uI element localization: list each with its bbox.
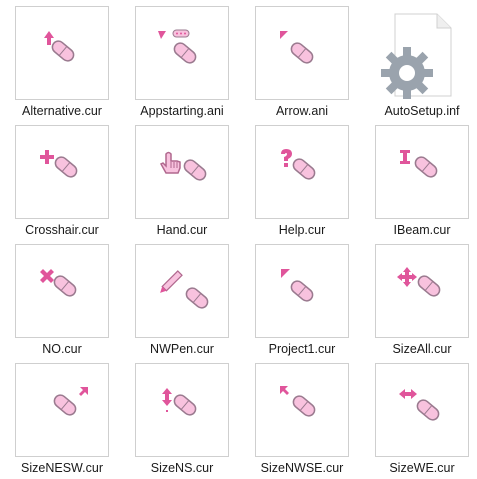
file-item[interactable]: Help.cur <box>253 125 351 237</box>
thumbnail <box>375 244 469 338</box>
file-item[interactable]: Arrow.ani <box>253 6 351 118</box>
thumbnail <box>255 244 349 338</box>
file-name: SizeNS.cur <box>150 461 214 475</box>
file-item[interactable]: NO.cur <box>13 244 111 356</box>
thumbnail <box>375 6 469 100</box>
resize-nesw-cursor-icon <box>53 387 88 416</box>
file-item[interactable]: SizeNWSE.cur <box>253 363 351 475</box>
file-item[interactable]: SizeNS.cur <box>133 363 231 475</box>
thumbnail <box>135 244 229 338</box>
arrow-cursor-icon <box>281 269 314 302</box>
up-arrow-cursor-icon <box>44 31 75 62</box>
arrow-cursor-icon <box>280 31 314 64</box>
no-cursor-icon <box>40 269 77 297</box>
resize-nwse-cursor-icon <box>280 386 316 417</box>
thumbnail <box>255 363 349 457</box>
file-item[interactable]: Crosshair.cur <box>13 125 111 237</box>
thumbnail <box>375 363 469 457</box>
crosshair-cursor-icon <box>40 150 78 178</box>
resize-ns-cursor-icon <box>162 388 197 416</box>
file-item[interactable]: NWPen.cur <box>133 244 231 356</box>
thumbnail <box>15 125 109 219</box>
ibeam-cursor-icon <box>400 150 438 178</box>
file-item[interactable]: Appstarting.ani <box>133 6 231 118</box>
file-item[interactable]: SizeNESW.cur <box>13 363 111 475</box>
file-name: Alternative.cur <box>22 104 102 118</box>
file-name: SizeNESW.cur <box>21 461 103 475</box>
file-name: Project1.cur <box>268 342 336 356</box>
thumbnail <box>135 363 229 457</box>
file-item[interactable]: SizeWE.cur <box>373 363 471 475</box>
file-name: IBeam.cur <box>393 223 451 237</box>
file-item[interactable]: SizeAll.cur <box>373 244 471 356</box>
thumbnail <box>15 6 109 100</box>
thumbnail <box>255 6 349 100</box>
help-cursor-icon <box>281 149 316 180</box>
file-name: Crosshair.cur <box>25 223 99 237</box>
file-name: AutoSetup.inf <box>384 104 460 118</box>
busy-cursor-icon <box>158 29 197 64</box>
file-name: SizeNWSE.cur <box>260 461 344 475</box>
file-name: NO.cur <box>42 342 82 356</box>
file-name: Appstarting.ani <box>140 104 224 118</box>
thumbnail <box>135 125 229 219</box>
thumbnail <box>375 125 469 219</box>
file-item[interactable]: Alternative.cur <box>13 6 111 118</box>
file-name: SizeAll.cur <box>392 342 452 356</box>
file-item[interactable]: Hand.cur <box>133 125 231 237</box>
file-name: NWPen.cur <box>150 342 214 356</box>
file-name: Help.cur <box>278 223 326 237</box>
file-item[interactable]: IBeam.cur <box>373 125 471 237</box>
file-name: Arrow.ani <box>275 104 329 118</box>
file-name: Hand.cur <box>156 223 208 237</box>
file-grid: Alternative.cur Appstarting.ani Arrow.an… <box>0 0 477 479</box>
thumbnail <box>135 6 229 100</box>
pen-cursor-icon <box>160 270 209 309</box>
thumbnail <box>15 244 109 338</box>
settings-file-icon <box>381 13 452 99</box>
thumbnail <box>15 363 109 457</box>
move-cursor-icon <box>397 267 441 297</box>
file-name: SizeWE.cur <box>389 461 455 475</box>
file-item[interactable]: AutoSetup.inf <box>373 6 471 118</box>
hand-cursor-icon <box>159 151 207 181</box>
thumbnail <box>255 125 349 219</box>
file-item[interactable]: Project1.cur <box>253 244 351 356</box>
resize-we-cursor-icon <box>399 389 440 421</box>
